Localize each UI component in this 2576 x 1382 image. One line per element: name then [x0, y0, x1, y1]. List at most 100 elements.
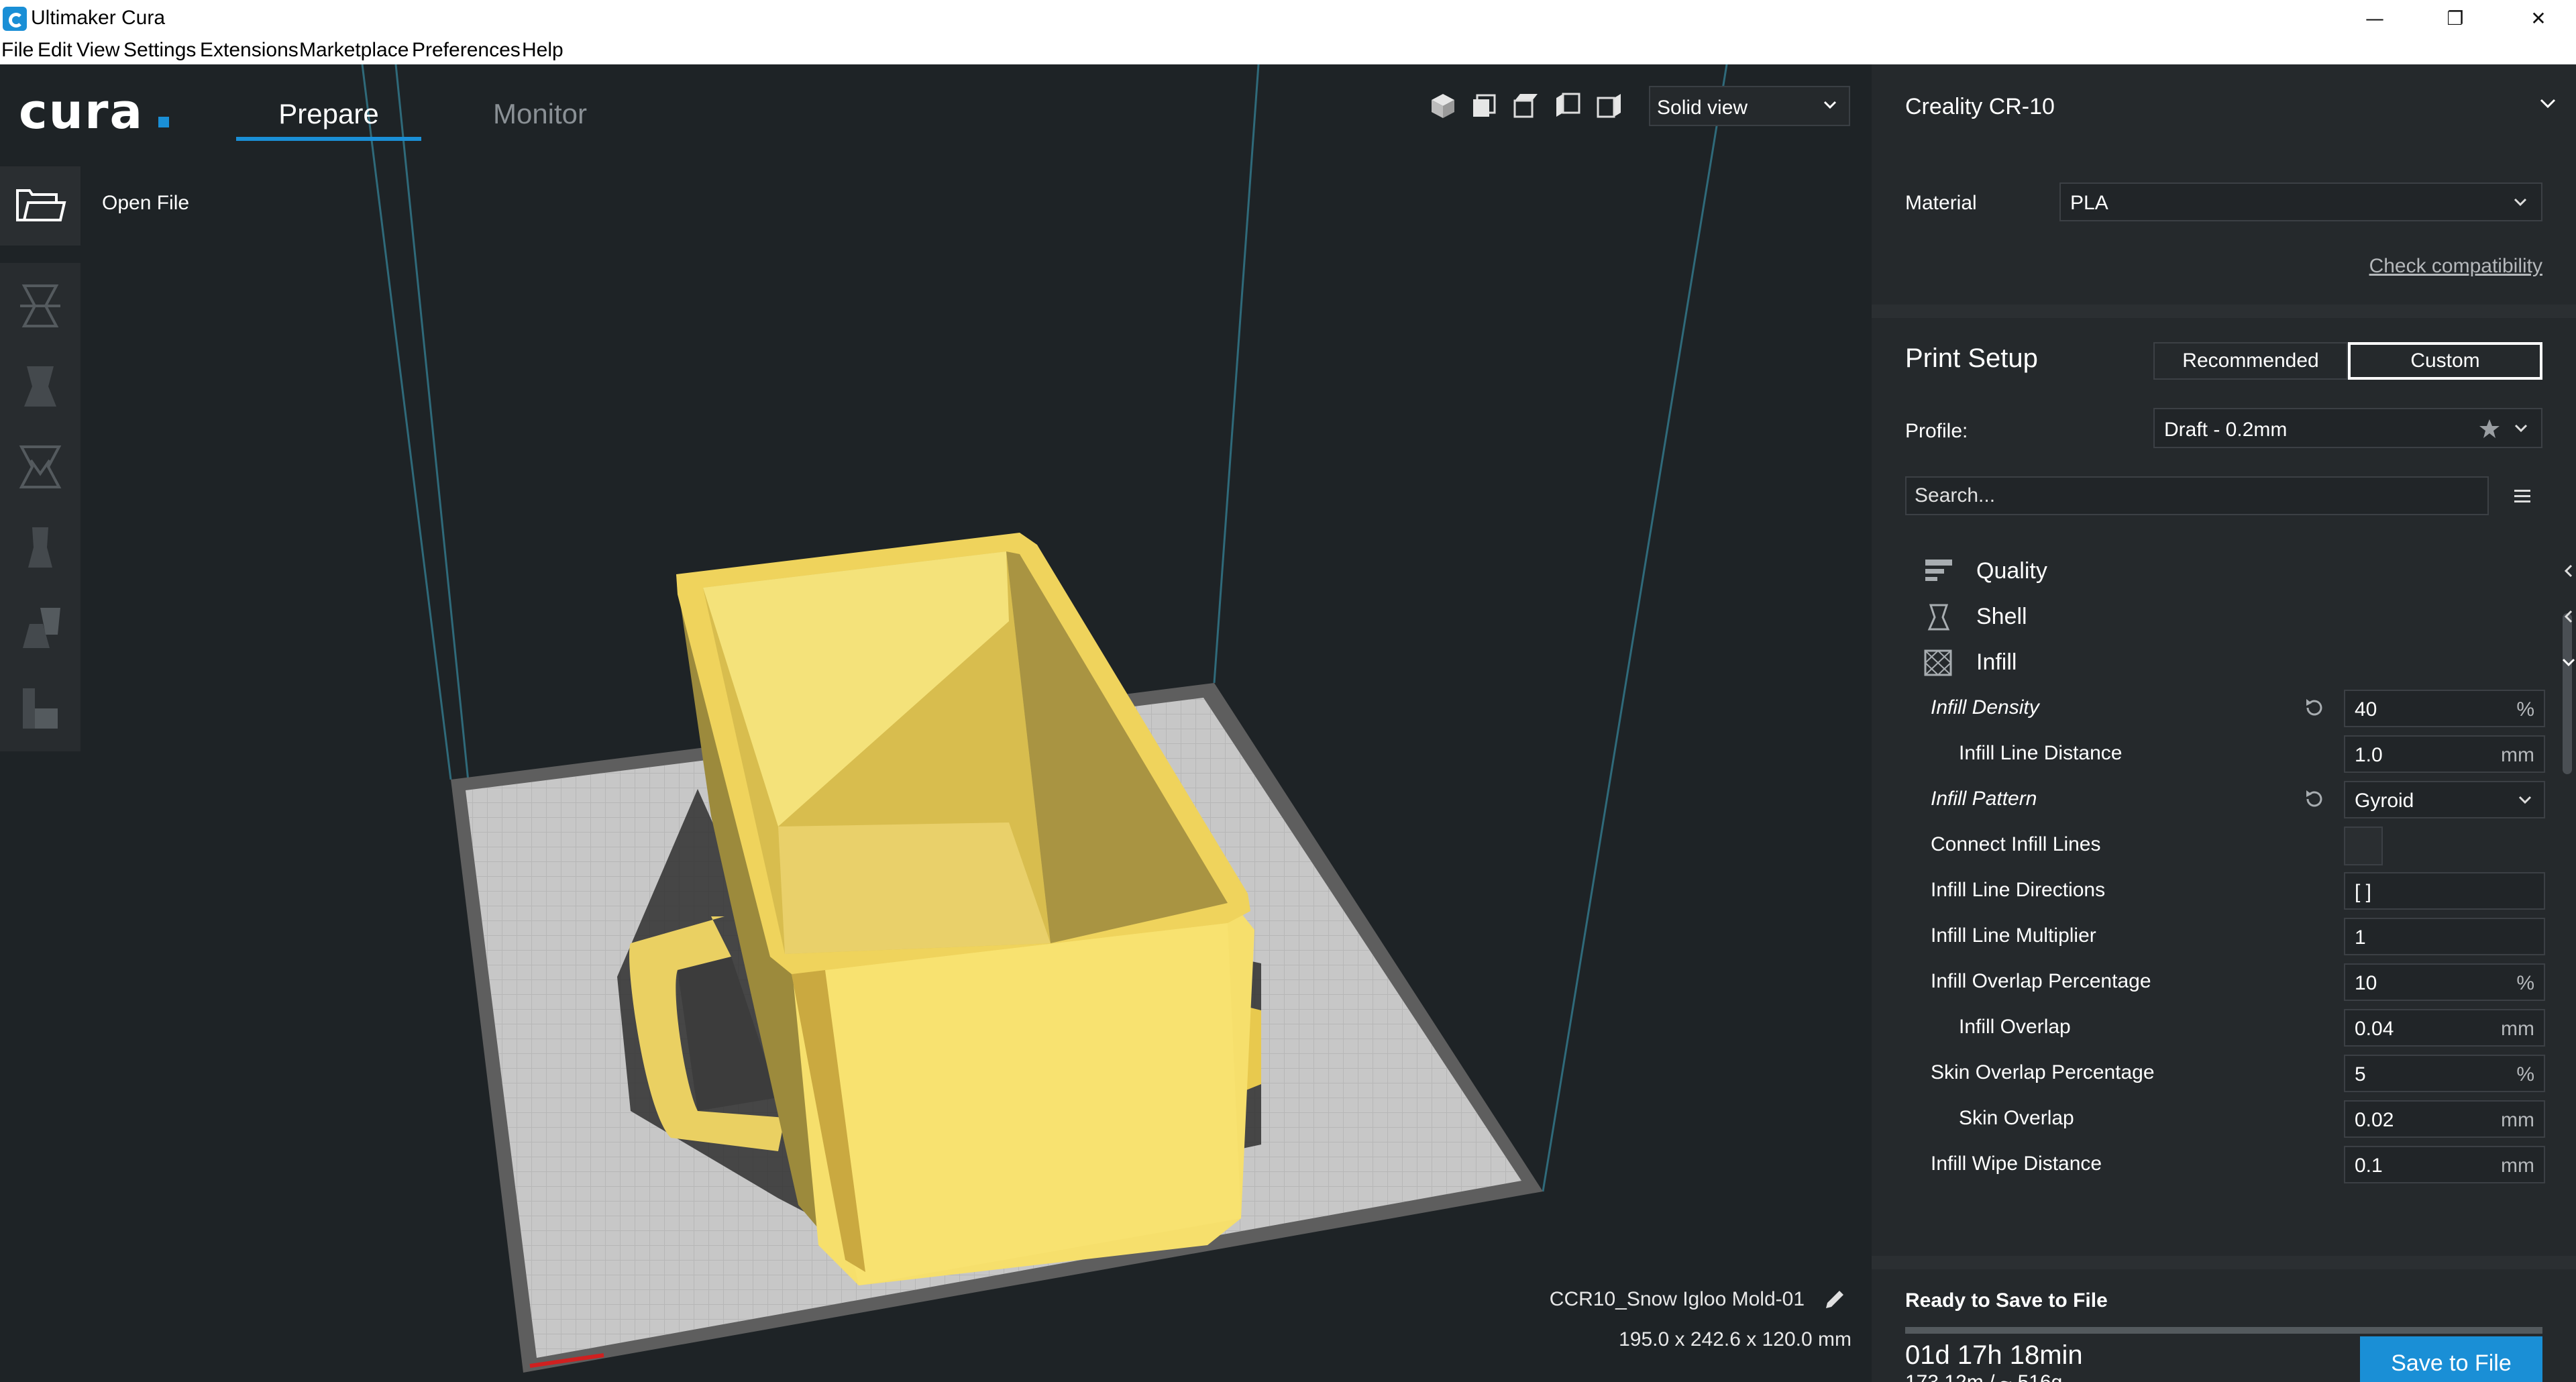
setting-infill-line-multiplier: Infill Line Multiplier 1	[1931, 915, 2548, 955]
menu-extensions[interactable]: Extensions	[200, 39, 299, 62]
category-label: Quality	[1976, 558, 2047, 584]
setting-skin-overlap-percentage: Skin Overlap Percentage 5%	[1931, 1052, 2548, 1092]
folder-open-icon	[16, 189, 66, 221]
setting-infill-wipe-distance: Infill Wipe Distance 0.1 mm	[1931, 1143, 2548, 1183]
infill-wipe-distance-input[interactable]: 0.1 mm	[2344, 1146, 2545, 1183]
per-model-settings-icon[interactable]	[13, 601, 67, 655]
skin-overlap-input[interactable]: 0.02 mm	[2344, 1100, 2545, 1138]
setting-label: Infill Line Distance	[1959, 742, 2123, 764]
save-to-file-button[interactable]: Save to File	[2360, 1336, 2542, 1382]
view-top-icon[interactable]	[1511, 90, 1542, 121]
setting-infill-pattern: Infill Pattern Gyroid	[1931, 778, 2548, 818]
side-panel: Creality CR-10 Material PLA Check compat…	[1872, 64, 2576, 1382]
scale-icon[interactable]	[13, 360, 67, 413]
category-quality[interactable]: Quality	[1924, 550, 2573, 590]
infill-pattern-select[interactable]: Gyroid	[2344, 781, 2545, 818]
build-volume-scene[interactable]	[0, 64, 1872, 1382]
chevron-down-icon	[1823, 101, 1837, 109]
view-3d-icon[interactable]	[1428, 90, 1458, 121]
star-icon[interactable]	[2478, 417, 2501, 440]
tab-monitor[interactable]: Monitor	[456, 87, 624, 141]
hamburger-menu-icon[interactable]	[2509, 483, 2536, 510]
profile-select[interactable]: Draft - 0.2mm	[2153, 408, 2542, 448]
recommended-mode-button[interactable]: Recommended	[2153, 342, 2348, 380]
support-blocker-icon[interactable]	[13, 682, 67, 735]
material-select[interactable]: PLA	[2059, 182, 2542, 221]
view-mode-value: Solid view	[1657, 97, 1748, 119]
skin-overlap-percentage-input[interactable]: 5%	[2344, 1055, 2545, 1092]
output-panel: Ready to Save to File 01d 17h 18min 173.…	[1872, 1269, 2576, 1382]
window-title: Ultimaker Cura	[31, 7, 166, 29]
setting-infill-line-distance: Infill Line Distance 1.0 mm	[1931, 733, 2548, 773]
setting-infill-line-directions: Infill Line Directions [ ]	[1931, 869, 2548, 910]
setting-infill-overlap: Infill Overlap 0.04 mm	[1931, 1006, 2548, 1047]
view-right-icon[interactable]	[1594, 90, 1625, 121]
setting-infill-density: Infill Density 40%	[1931, 687, 2548, 727]
infill-overlap-percentage-input[interactable]: 10%	[2344, 963, 2545, 1001]
open-file-tooltip: Open File	[94, 188, 198, 219]
rotate-icon[interactable]	[13, 440, 67, 494]
object-dimensions: 195.0 x 242.6 x 120.0 mm	[1619, 1328, 1851, 1350]
print-setup-panel: Print Setup Recommended Custom Profile: …	[1872, 318, 2576, 1256]
cura-logo: cura	[19, 83, 144, 140]
view-mode-select[interactable]: Solid view	[1649, 86, 1850, 126]
connect-infill-lines-checkbox[interactable]	[2344, 827, 2383, 865]
move-icon[interactable]	[13, 279, 67, 333]
infill-icon	[1924, 649, 1952, 676]
chevron-down-icon	[2514, 198, 2527, 207]
reset-icon[interactable]	[2301, 786, 2326, 812]
custom-mode-button[interactable]: Custom	[2348, 342, 2542, 380]
setting-label: Infill Line Multiplier	[1931, 924, 2096, 947]
close-button[interactable]: ✕	[2506, 0, 2571, 38]
infill-overlap-input[interactable]: 0.04 mm	[2344, 1009, 2545, 1047]
menu-file[interactable]: File	[1, 39, 34, 62]
menu-view[interactable]: View	[76, 39, 119, 62]
view-front-icon[interactable]	[1469, 90, 1500, 121]
settings-scrollbar[interactable]	[2563, 613, 2572, 774]
output-status: Ready to Save to File	[1905, 1289, 2108, 1312]
view-left-icon[interactable]	[1552, 90, 1583, 121]
chevron-down-icon	[2562, 658, 2575, 667]
cura-app-icon	[3, 7, 27, 31]
material-label: Material	[1905, 192, 1977, 214]
settings-search-input[interactable]	[1905, 476, 2489, 515]
setting-value: 0.02	[2355, 1109, 2394, 1131]
print-time-estimate: 01d 17h 18min	[1905, 1340, 2083, 1370]
setting-label: Infill Line Directions	[1931, 879, 2106, 901]
setting-value: 40	[2355, 698, 2377, 721]
setting-label: Skin Overlap	[1959, 1107, 2074, 1129]
menu-edit[interactable]: Edit	[38, 39, 72, 62]
setting-unit: %	[2516, 698, 2534, 721]
setting-value: 0.04	[2355, 1018, 2394, 1040]
infill-line-multiplier-input[interactable]: 1	[2344, 918, 2545, 955]
setting-unit: %	[2516, 972, 2534, 994]
quality-icon	[1925, 560, 1952, 581]
setting-label: Skin Overlap Percentage	[1931, 1061, 2155, 1083]
infill-line-directions-input[interactable]: [ ]	[2344, 872, 2545, 910]
category-shell[interactable]: Shell	[1924, 596, 2573, 636]
window-title-bar: Ultimaker Cura — ❐ ✕	[0, 0, 2576, 38]
tab-prepare[interactable]: Prepare	[236, 87, 421, 141]
printer-name[interactable]: Creality CR-10	[1905, 94, 2055, 120]
chevron-down-icon[interactable]	[2536, 91, 2560, 115]
reset-icon[interactable]	[2301, 695, 2326, 721]
object-name: CCR10_Snow Igloo Mold-01	[1549, 1288, 1805, 1310]
infill-density-input[interactable]: 40%	[2344, 690, 2545, 727]
tab-prepare-active-indicator	[236, 137, 421, 141]
setting-value: 10	[2355, 972, 2377, 994]
check-compatibility-link[interactable]: Check compatibility	[2368, 255, 2542, 278]
setting-value: 5	[2355, 1063, 2366, 1085]
restore-button[interactable]: ❐	[2423, 0, 2487, 38]
minimize-button[interactable]: —	[2343, 0, 2407, 38]
viewport-3d[interactable]: cura Prepare Monitor Solid view Open Fil…	[0, 64, 1872, 1382]
menu-marketplace[interactable]: Marketplace	[299, 39, 409, 62]
infill-line-distance-input[interactable]: 1.0 mm	[2344, 735, 2545, 773]
menu-settings[interactable]: Settings	[123, 39, 196, 62]
mirror-icon[interactable]	[13, 521, 67, 574]
setting-connect-infill-lines: Connect Infill Lines	[1931, 824, 2548, 865]
open-file-button[interactable]	[0, 166, 80, 246]
menu-help[interactable]: Help	[522, 39, 564, 62]
pencil-icon[interactable]	[1821, 1287, 1847, 1314]
category-infill[interactable]: Infill	[1924, 641, 2575, 682]
menu-preferences[interactable]: Preferences	[412, 39, 521, 62]
